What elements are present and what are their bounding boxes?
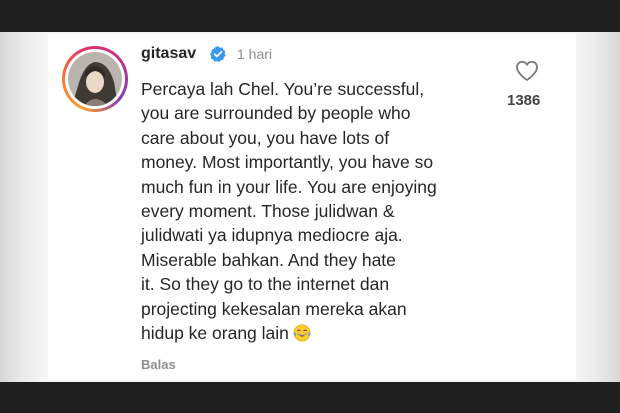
top-letterbox-bar [0,0,620,32]
tears-of-joy-emoji [293,324,311,342]
comment-line: every moment. Those julidwan & [141,201,395,222]
heart-outline-icon[interactable] [515,60,539,82]
comment-line: care about you, you have lots of [141,127,390,148]
comment-line: Percaya lah Chel. You’re successful, [141,79,425,99]
avatar-frame [65,49,125,109]
comment-line: julidwati ya idupnya mediocre aja. [141,225,403,246]
verified-badge-icon [209,46,226,62]
comment-line: money. Most importantly, you have so [141,152,434,173]
comment-line: you are surrounded by people who [141,103,411,124]
comment-line-text: hidup ke orang lain [141,323,289,344]
comment-line: Miserable bahkan. And they hate [141,249,396,270]
comment-timestamp[interactable]: 1 hari [237,46,272,62]
reply-button[interactable]: Balas [141,357,176,372]
comment-text: Percaya lah Chel. You’re successful, you… [141,77,491,345]
comment-line: it. So they go to the internet dan [141,274,390,295]
comment-line: much fun in your life. You are enjoying [141,176,437,197]
avatar [68,52,122,106]
comment-last-line: hidup ke orang lain [141,321,491,345]
like-count: 1386 [507,92,541,109]
avatar-story-ring[interactable] [62,46,128,112]
avatar-image [68,52,122,106]
comment-username[interactable]: gitasav [141,45,196,63]
bottom-letterbox-bar [0,382,620,413]
comment-line: projecting kekesalan mereka akan [141,298,407,319]
